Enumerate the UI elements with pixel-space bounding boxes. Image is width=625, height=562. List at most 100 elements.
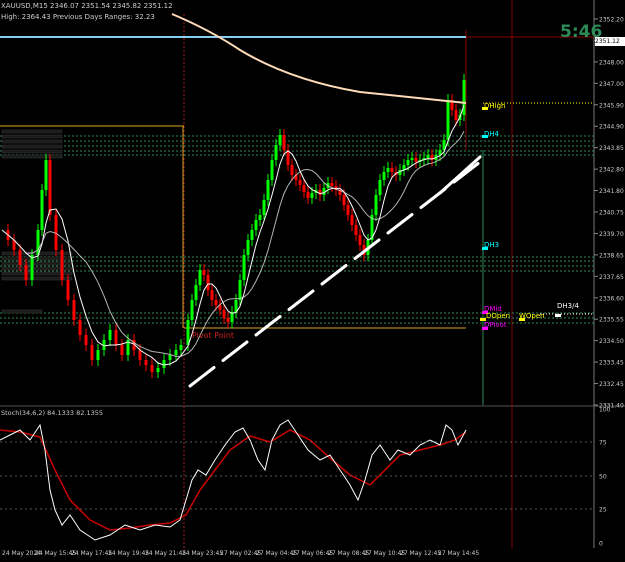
candle-bear	[18, 250, 22, 265]
candle-bear	[342, 195, 346, 205]
candle-bear	[114, 330, 118, 345]
label-dh34: DH3/4	[557, 302, 579, 310]
candle-bear	[298, 180, 302, 185]
candle-bull	[250, 230, 254, 240]
osc-tick-label: 25	[599, 507, 607, 514]
candle-bull	[254, 220, 258, 230]
candle-bull	[462, 80, 466, 115]
level-marker	[555, 314, 561, 317]
candle-bull	[162, 360, 166, 368]
candle-bear	[24, 265, 28, 280]
candle-bull	[179, 345, 183, 350]
candle-bull	[426, 155, 430, 158]
price-tick-label: 2336.60	[599, 295, 624, 302]
candle-bull	[258, 215, 262, 220]
candle-bull	[44, 160, 48, 190]
candle-bear	[226, 318, 230, 322]
candle-bull	[198, 270, 202, 285]
trading-chart[interactable]: 2352.202349.052348.002347.002345.902344.…	[0, 0, 625, 558]
candle-bear	[90, 345, 94, 360]
candle-bear	[210, 290, 214, 300]
candle-bear	[350, 215, 354, 225]
price-tick-label: 2342.80	[599, 167, 624, 174]
candle-bear	[206, 275, 210, 290]
chart-canvas[interactable]: 2352.202349.052348.002347.002345.902344.…	[0, 0, 625, 558]
candle-bull	[274, 145, 278, 160]
candle-bull	[266, 180, 270, 200]
time-axis-label: 24 May 17:45	[71, 550, 112, 557]
symbol-header: XAUUSD,M15 2346.07 2351.54 2345.82 2351.…	[1, 2, 173, 10]
candle-bull	[174, 350, 178, 355]
time-axis-label: 24 May 21:45	[145, 550, 186, 557]
candle-bull	[190, 300, 194, 320]
candle-bull	[108, 330, 112, 340]
time-axis-label: 27 May 12:45	[400, 550, 441, 557]
price-panel[interactable]	[0, 0, 594, 405]
current-price-box: 2351.12	[595, 37, 625, 46]
candle-bull	[186, 320, 190, 345]
candle-bear	[66, 280, 70, 300]
level-tag	[1, 144, 63, 149]
price-tick-label: 2337.65	[599, 274, 624, 281]
candle-bear	[72, 300, 76, 320]
osc-tick-label: 50	[599, 474, 607, 481]
osc-tick-label: 75	[599, 440, 607, 447]
candle-bull	[30, 255, 34, 280]
price-tick-label: 2341.80	[599, 188, 624, 195]
candle-bull	[378, 180, 382, 195]
candle-bear	[150, 365, 154, 372]
candle-bear	[302, 185, 306, 192]
ranges-header: High: 2364.43 Previous Days Ranges: 32.2…	[1, 13, 155, 21]
candle-bear	[120, 345, 124, 355]
candle-bull	[194, 285, 198, 300]
price-tick-label: 2352.20	[599, 17, 624, 24]
candle-bear	[330, 183, 334, 186]
candle-bear	[84, 335, 88, 345]
candle-bull	[238, 280, 242, 300]
candle-bear	[282, 135, 286, 150]
candle-bull	[246, 240, 250, 255]
label-dh4: DH4	[484, 130, 500, 138]
oscillator-label: Stoch(34,6,2) 84.1333 82.1355	[1, 409, 103, 417]
price-tick-label: 2343.85	[599, 145, 624, 152]
candle-bear	[390, 168, 394, 172]
candle-bull	[36, 230, 40, 255]
candle-bear	[318, 190, 322, 195]
candle-bear	[454, 110, 458, 120]
candle-bear	[48, 160, 52, 215]
price-tick-label: 2347.00	[599, 81, 624, 88]
candle-bear	[144, 360, 148, 365]
candle-bear	[414, 158, 418, 162]
price-tick-label: 2348.00	[599, 59, 624, 66]
time-axis-label: 24 May 23:45	[182, 550, 223, 557]
candle-bull	[382, 172, 386, 180]
price-tick-label: 2339.70	[599, 231, 624, 238]
candle-bull	[96, 350, 100, 360]
candle-bear	[346, 205, 350, 215]
candle-bull	[278, 135, 282, 145]
candle-bear	[78, 320, 82, 335]
label-dh3: DH3	[484, 241, 500, 249]
candle-bull	[446, 100, 450, 140]
candle-bull	[168, 355, 172, 360]
candle-bear	[290, 165, 294, 175]
level-tag	[1, 149, 63, 154]
candle-bull	[410, 158, 414, 160]
oscillator-panel[interactable]	[0, 407, 594, 547]
osc-tick-label: 100	[599, 407, 611, 414]
price-tick-label: 2334.50	[599, 338, 624, 345]
candle-bear	[354, 225, 358, 235]
label-dhigh: DHigh	[484, 102, 506, 110]
candle-bear	[306, 192, 310, 198]
candle-bull	[242, 255, 246, 280]
candle-bear	[214, 300, 218, 305]
level-tag	[1, 309, 43, 314]
level-tag	[1, 154, 63, 159]
candle-bull	[262, 200, 266, 215]
candle-bull	[406, 160, 410, 165]
label-wopen: WOpen	[519, 312, 545, 320]
candle-bull	[40, 190, 44, 230]
price-tick-label: 2332.45	[599, 381, 624, 388]
price-tick-label: 2344.90	[599, 124, 624, 131]
price-tick-label: 2333.45	[599, 360, 624, 367]
